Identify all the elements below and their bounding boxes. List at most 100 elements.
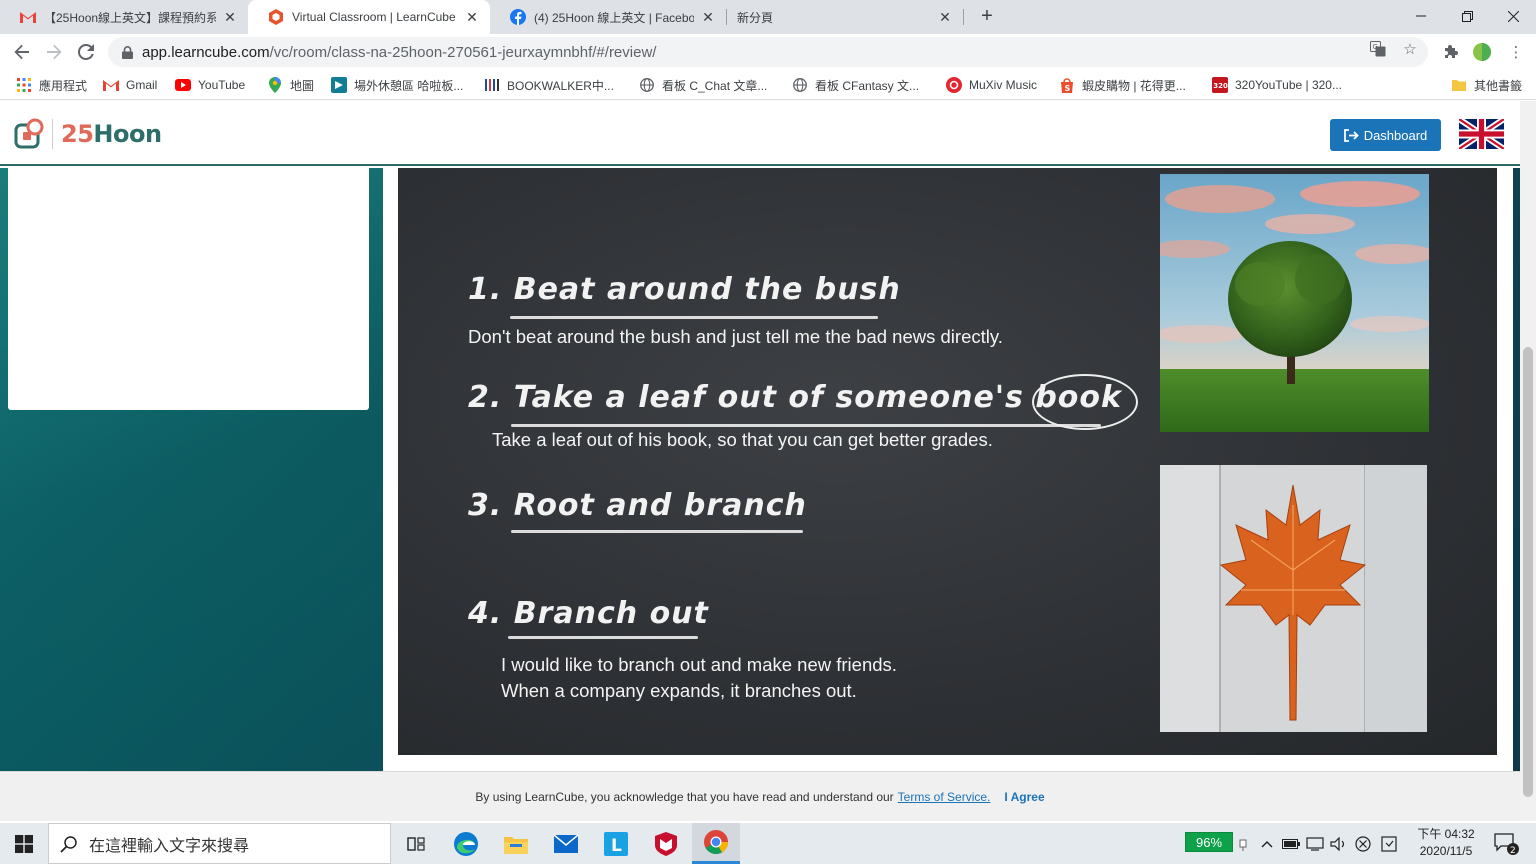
notification-icon[interactable]: 2 xyxy=(1492,823,1522,864)
svg-text:320: 320 xyxy=(1213,82,1228,90)
address-bar[interactable]: app.learncube.com/vc/room/class-na-25hoo… xyxy=(108,37,1428,67)
chrome-icon[interactable] xyxy=(692,823,740,864)
gmail-icon xyxy=(103,77,119,93)
file-explorer-icon[interactable] xyxy=(492,823,540,864)
clipboard-icon[interactable] xyxy=(1378,823,1400,864)
clock-time: 下午 04:32 xyxy=(1417,827,1475,841)
facebook-icon xyxy=(510,9,526,25)
clock-date: 2020/11/5 xyxy=(1419,844,1473,858)
bookmark-youtube[interactable]: YouTube xyxy=(175,76,245,94)
chalk-underline xyxy=(510,316,878,319)
bookmark-cfantasy[interactable]: 看板 CFantasy 文... xyxy=(792,76,919,94)
tab-title: 【25Hoon線上英文】課程預約系 xyxy=(44,10,216,25)
bookmark-label: 看板 CFantasy 文... xyxy=(815,78,920,93)
site-header: 25Hoon Dashboard xyxy=(0,101,1520,166)
new-tab-button[interactable]: + xyxy=(975,5,999,29)
mail-icon[interactable] xyxy=(542,823,590,864)
chevron-up-icon[interactable] xyxy=(1256,823,1278,864)
bookmark-c-chat[interactable]: 看板 C_Chat 文章... xyxy=(639,76,767,94)
profile-avatar-icon[interactable] xyxy=(1472,42,1492,62)
mute-circle-icon[interactable] xyxy=(1352,823,1374,864)
close-window-icon[interactable] xyxy=(1490,0,1536,32)
menu-kebab-icon[interactable]: ⋮ xyxy=(1506,42,1526,62)
close-tab-icon[interactable]: ✕ xyxy=(700,9,716,25)
bookmark-other[interactable]: 其他書籤 xyxy=(1451,76,1522,94)
bookmark-shopee[interactable]: S 蝦皮購物 | 花得更... xyxy=(1059,76,1186,94)
page-scrollbar[interactable] xyxy=(1520,101,1536,821)
chalkboard-slide[interactable]: 1. Beat around the bush Don't beat aroun… xyxy=(398,168,1497,755)
chalk-underline xyxy=(511,424,1101,427)
idiom-example-2: Take a leaf out of his book, so that you… xyxy=(492,429,993,450)
close-tab-icon[interactable]: ✕ xyxy=(937,9,953,25)
search-icon xyxy=(49,835,89,853)
folder-icon xyxy=(1451,77,1467,93)
battery-icon[interactable] xyxy=(1280,823,1302,864)
uk-flag-icon[interactable] xyxy=(1459,119,1504,149)
lock-icon[interactable] xyxy=(120,45,134,59)
globe-icon xyxy=(792,77,808,93)
bookmark-bookwalker[interactable]: BOOKWALKER中... xyxy=(484,76,614,94)
bookmark-320youtube[interactable]: 320 320YouTube | 320... xyxy=(1212,76,1342,94)
agree-button[interactable]: I Agree xyxy=(1004,790,1044,804)
bookmark-label: YouTube xyxy=(198,78,246,92)
bookmark-star-icon[interactable]: ☆ xyxy=(1402,41,1418,58)
chalk-circle xyxy=(1032,374,1138,430)
bookmark-label: 地圖 xyxy=(290,78,315,93)
video-panel[interactable] xyxy=(8,168,369,410)
taskbar-search[interactable]: 在這裡輸入文字來搜尋 xyxy=(48,823,391,864)
scrollbar-thumb[interactable] xyxy=(1523,347,1533,797)
windows-start-icon[interactable] xyxy=(0,823,48,864)
logo-number: 25 xyxy=(61,120,94,148)
browser-toolbar: app.learncube.com/vc/room/class-na-25hoo… xyxy=(0,34,1536,70)
tab-facebook[interactable]: (4) 25Hoon 線上英文 | Facebook ✕ xyxy=(490,0,726,34)
back-arrow-icon[interactable] xyxy=(10,40,34,64)
bookmark-bahamut[interactable]: 場外休憩區 哈啦板... xyxy=(331,76,463,94)
consent-text: By using LearnCube, you acknowledge that… xyxy=(475,789,894,804)
tab-gmail[interactable]: 【25Hoon線上英文】課程預約系 ✕ xyxy=(0,0,248,34)
url-text[interactable]: app.learncube.com/vc/room/class-na-25hoo… xyxy=(142,44,656,61)
learncube-icon xyxy=(268,9,284,25)
globe-icon xyxy=(639,77,655,93)
bookmark-apps[interactable]: 應用程式 xyxy=(16,76,87,94)
dashboard-button[interactable]: Dashboard xyxy=(1330,119,1441,151)
page-viewport: 25Hoon Dashboard 1. Beat around the bush… xyxy=(0,101,1520,821)
battery-indicator[interactable]: 96% xyxy=(1185,832,1233,852)
translate-icon[interactable]: G xyxy=(1370,41,1386,57)
bookmark-gmail[interactable]: Gmail xyxy=(103,76,157,94)
extensions-puzzle-icon[interactable] xyxy=(1440,42,1460,62)
restore-icon[interactable] xyxy=(1444,0,1490,32)
idiom-example-1: Don't beat around the bush and just tell… xyxy=(468,326,1003,347)
volume-icon[interactable] xyxy=(1328,823,1350,864)
whiteboard-area[interactable]: 1. Beat around the bush Don't beat aroun… xyxy=(383,168,1513,772)
tab-learncube[interactable]: Virtual Classroom | LearnCube ✕ xyxy=(248,0,490,34)
reload-icon[interactable] xyxy=(74,40,98,64)
dashboard-label: Dashboard xyxy=(1363,127,1428,143)
forward-arrow-icon[interactable] xyxy=(42,40,66,64)
svg-text:G: G xyxy=(1373,43,1378,51)
network-icon[interactable] xyxy=(1304,823,1326,864)
edge-icon[interactable] xyxy=(442,823,490,864)
minimize-icon[interactable] xyxy=(1398,0,1444,32)
tab-new-page[interactable]: 新分頁 ✕ xyxy=(727,0,963,34)
terms-of-service-link[interactable]: Terms of Service. xyxy=(898,790,991,804)
apps-grid-icon xyxy=(16,77,32,93)
logo-icon xyxy=(14,118,44,149)
tab-strip: 【25Hoon線上英文】課程預約系 ✕ Virtual Classroom | … xyxy=(0,0,1536,34)
task-view-icon[interactable] xyxy=(392,823,440,864)
l-app-icon[interactable]: L xyxy=(592,823,640,864)
bookmark-label: BOOKWALKER中... xyxy=(507,78,614,93)
taskbar-clock[interactable]: 下午 04:32 2020/11/5 xyxy=(1408,826,1484,862)
close-tab-icon[interactable]: ✕ xyxy=(222,9,238,25)
site-logo[interactable]: 25Hoon xyxy=(14,117,162,151)
plug-icon[interactable] xyxy=(1236,823,1250,864)
bookmark-muxiv[interactable]: MuXiv Music xyxy=(946,76,1037,94)
chalk-underline xyxy=(508,636,698,639)
bookmark-label: 場外休憩區 哈啦板... xyxy=(354,78,464,93)
bookwalker-icon xyxy=(484,77,500,93)
tab-title: 新分頁 xyxy=(737,10,774,25)
bookmark-maps[interactable]: 地圖 xyxy=(267,76,314,94)
bahamut-icon xyxy=(331,77,347,93)
maps-pin-icon xyxy=(267,77,283,93)
mcafee-icon[interactable] xyxy=(642,823,690,864)
close-tab-icon[interactable]: ✕ xyxy=(464,9,480,25)
